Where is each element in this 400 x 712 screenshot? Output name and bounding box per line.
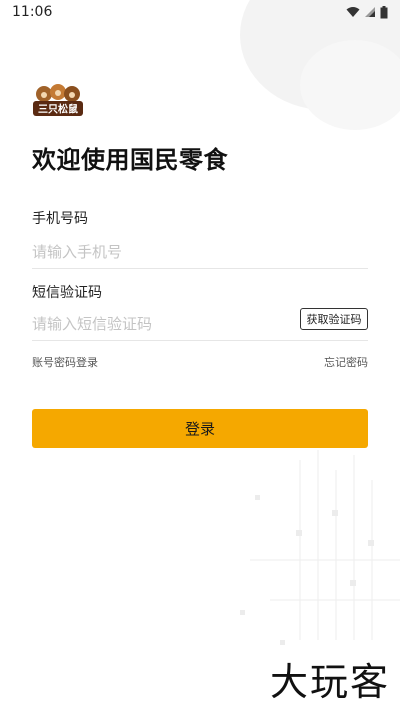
page-title: 欢迎使用国民零食	[32, 146, 228, 174]
watermark-text: 大玩客	[269, 660, 390, 704]
wifi-icon	[346, 7, 360, 17]
status-icons	[346, 5, 388, 19]
get-code-button[interactable]: 获取验证码	[300, 308, 368, 330]
status-bar: 11:06	[0, 0, 400, 24]
background-blob	[300, 40, 400, 130]
squirrel-logo-icon: 三只松鼠	[33, 84, 83, 116]
phone-input[interactable]	[32, 236, 368, 269]
battery-icon	[380, 5, 388, 18]
phone-label: 手机号码	[32, 211, 88, 227]
forgot-password-link[interactable]: 忘记密码	[324, 354, 368, 370]
signal-icon	[365, 7, 375, 17]
status-time: 11:06	[12, 4, 53, 20]
sms-code-label: 短信验证码	[32, 285, 102, 301]
logo-text: 三只松鼠	[38, 103, 78, 116]
password-login-link[interactable]: 账号密码登录	[32, 354, 98, 370]
login-button[interactable]: 登录	[32, 409, 368, 448]
brand-logo: 三只松鼠	[32, 82, 84, 118]
